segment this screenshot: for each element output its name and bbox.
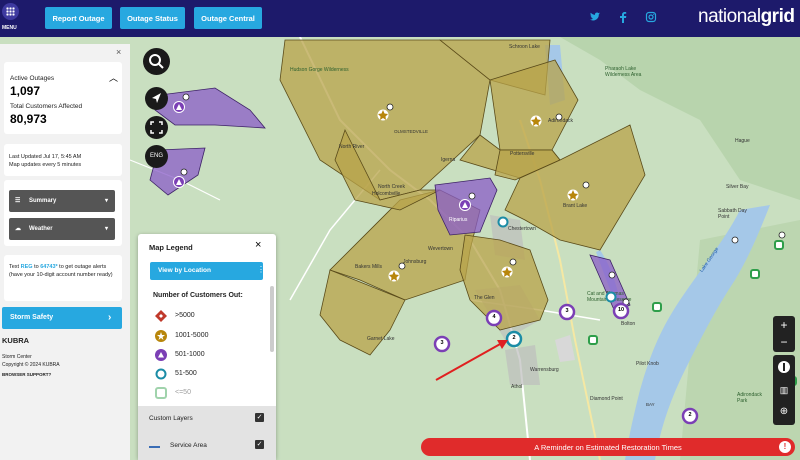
zoom-in-button[interactable]: + (773, 316, 795, 334)
checkbox-checked-icon[interactable]: ✓ (255, 413, 264, 422)
cluster-count: 3 (440, 340, 444, 346)
circle-marker-icon (155, 368, 167, 380)
menu-label: MENU (2, 25, 17, 31)
legend-scrollbar[interactable] (270, 286, 274, 352)
text-alert-number[interactable]: 64743* (40, 264, 57, 270)
cluster-count: 10 (617, 307, 625, 313)
star-marker-icon[interactable] (377, 109, 579, 282)
weather-dropdown[interactable]: ☁ Weather ▾ (9, 218, 115, 240)
text-alert-card: Text REG to 64743* to get outage alerts … (4, 255, 122, 301)
header-bar: MENU Report Outage Outage Status Outage … (0, 0, 800, 37)
service-area-label: Service Area (170, 442, 207, 449)
instagram-icon[interactable] (645, 11, 657, 23)
sidebar-panel: × Active Outages ︿ 1,097 Total Customers… (0, 44, 130, 460)
restoration-reminder-banner[interactable]: A Reminder on Estimated Restoration Time… (421, 438, 795, 456)
update-frequency-text: Map updates every 5 minutes (9, 162, 82, 168)
view-by-location-button[interactable]: View by Location ⋮ (150, 262, 265, 280)
outage-status-button[interactable]: Outage Status (120, 7, 185, 29)
fullscreen-icon[interactable] (145, 116, 168, 139)
street-view-icon[interactable] (773, 355, 795, 379)
report-outage-button[interactable]: Report Outage (45, 7, 112, 29)
outage-summary-card: Active Outages ︿ 1,097 Total Customers A… (4, 62, 122, 134)
active-outages-value: 1,097 (10, 84, 41, 98)
search-icon[interactable] (143, 48, 170, 75)
last-updated-text: Last Updated Jul 17, 5:45 AM (9, 154, 82, 160)
circle-marker-icon[interactable] (497, 216, 617, 303)
active-outages-label: Active Outages (10, 75, 55, 82)
collapse-chevron-icon[interactable]: ︿ (109, 71, 118, 84)
weather-dropdown-label: Weather (29, 226, 53, 232)
custom-layers-row[interactable]: Custom Layers ✓ (138, 406, 276, 433)
square-marker-icon (155, 387, 167, 399)
cluster-markers[interactable] (433, 302, 699, 425)
filters-card: ☰ Summary ▾ ☁ Weather ▾ (4, 180, 122, 246)
text-alert-keyword[interactable]: REG (21, 264, 33, 270)
info-icon[interactable]: ! (779, 441, 791, 453)
brand-bold: grid (760, 6, 795, 27)
map-legend-panel: Map Legend × View by Location ⋮ Number o… (138, 234, 276, 460)
menu-button[interactable]: MENU (0, 0, 22, 37)
zoom-controls: + − (773, 316, 795, 352)
view-by-location-label: View by Location (158, 267, 211, 274)
total-customers-label: Total Customers Affected (10, 103, 83, 110)
cluster-count: 3 (565, 308, 569, 314)
text-alert-message: Text REG to 64743* to get outage alerts … (9, 263, 119, 279)
total-customers-value: 80,973 (10, 112, 47, 126)
cloud-icon: ☁ (15, 226, 21, 232)
service-area-line-icon (149, 446, 160, 448)
kubra-logo[interactable]: KUBRA (2, 336, 29, 345)
national-grid-logo[interactable]: nationalgrid (698, 6, 795, 28)
legend-label: 51-500 (175, 370, 197, 377)
legend-title: Map Legend (149, 243, 193, 252)
more-options-icon[interactable]: ⋮ (257, 265, 265, 274)
customers-out-title: Number of Customers Out: (153, 292, 243, 299)
list-icon: ☰ (15, 198, 21, 204)
triangle-marker-icon (155, 349, 167, 361)
last-updated-card: Last Updated Jul 17, 5:45 AM Map updates… (4, 144, 122, 176)
language-button[interactable]: ENG (145, 145, 168, 168)
twitter-icon[interactable] (589, 11, 601, 23)
copyright-text: Copyright © 2024 KUBRA (2, 362, 60, 368)
diamond-marker-icon (155, 310, 167, 322)
legend-label: >5000 (175, 312, 195, 319)
text-alert-prefix: Text (9, 264, 21, 270)
storm-center-text: Storm Center (2, 354, 32, 360)
sidebar-close-icon[interactable]: × (116, 47, 121, 57)
outage-central-button[interactable]: Outage Central (194, 7, 262, 29)
globe-icon[interactable]: ⊕ (773, 401, 795, 423)
checkbox-checked-icon[interactable]: ✓ (255, 440, 264, 449)
zoom-out-button[interactable]: − (773, 334, 795, 352)
browser-support-link[interactable]: BROWSER SUPPORT? (2, 372, 51, 377)
summary-dropdown-label: Summary (29, 198, 57, 204)
storm-safety-label: Storm Safety (10, 314, 54, 321)
cluster-count: 2 (688, 412, 692, 418)
brand-light: national (698, 6, 761, 27)
star-marker-icon (155, 330, 167, 342)
map-tools: ▥ ⊕ (773, 355, 795, 425)
triangle-marker-icon[interactable] (173, 101, 471, 211)
legend-label: 1001-5000 (175, 332, 209, 339)
locate-icon[interactable] (145, 87, 168, 110)
caret-down-icon: ▾ (105, 226, 109, 232)
legend-label: 501-1000 (175, 351, 205, 358)
chevron-right-icon: › (108, 312, 112, 323)
caret-down-icon: ▾ (105, 198, 109, 204)
custom-layers-label: Custom Layers (149, 415, 193, 422)
storm-safety-button[interactable]: Storm Safety › (2, 307, 122, 329)
service-area-row[interactable]: Service Area ✓ (138, 433, 276, 460)
grid-menu-icon (2, 3, 19, 20)
banner-text: A Reminder on Estimated Restoration Time… (534, 442, 682, 452)
summary-dropdown[interactable]: ☰ Summary ▾ (9, 190, 115, 212)
cluster-count: 4 (492, 314, 496, 320)
layers-icon[interactable]: ▥ (773, 379, 795, 401)
facebook-icon[interactable] (617, 11, 629, 23)
cluster-count: 2 (512, 335, 516, 341)
legend-label: <=50 (175, 389, 191, 396)
legend-close-icon[interactable]: × (255, 239, 261, 251)
